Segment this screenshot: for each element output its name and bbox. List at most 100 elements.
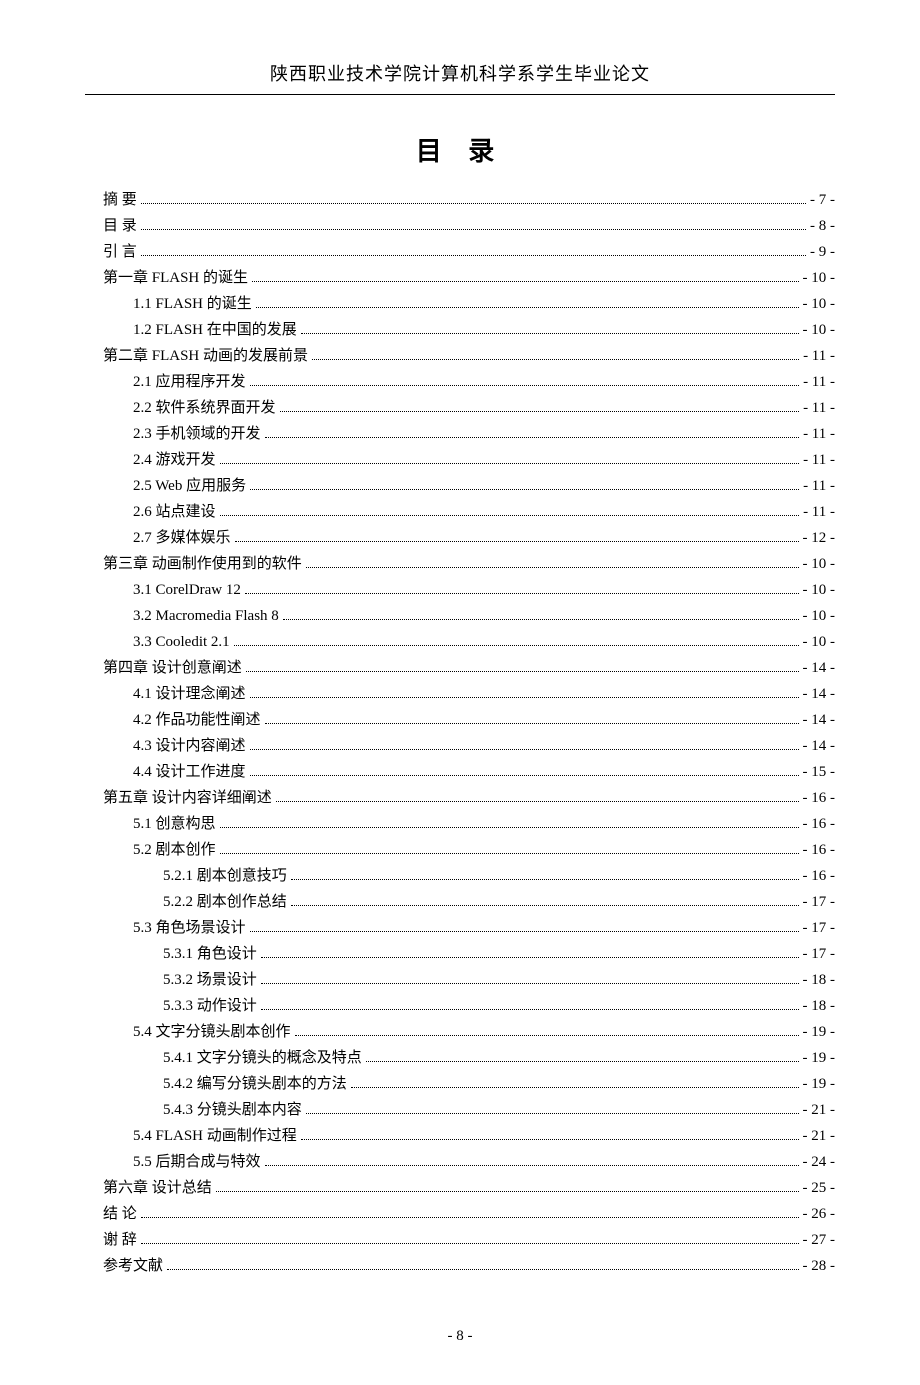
toc-entry[interactable]: 第一章 FLASH 的诞生- 10 -: [85, 266, 835, 290]
toc-entry[interactable]: 4.1 设计理念阐述- 14 -: [85, 682, 835, 706]
toc-entry-page: - 10 -: [803, 552, 836, 576]
toc-leader-dots: [261, 944, 799, 959]
toc-entry-page: - 11 -: [803, 396, 835, 420]
toc-entry[interactable]: 引 言- 9 -: [85, 240, 835, 264]
toc-entry[interactable]: 3.2 Macromedia Flash 8- 10 -: [85, 604, 835, 628]
toc-entry[interactable]: 4.4 设计工作进度- 15 -: [85, 760, 835, 784]
toc-leader-dots: [220, 814, 799, 829]
toc-entry-label: 参考文献: [103, 1254, 163, 1278]
toc-entry[interactable]: 谢 辞- 27 -: [85, 1228, 835, 1252]
toc-entry[interactable]: 第三章 动画制作使用到的软件- 10 -: [85, 552, 835, 576]
toc-entry[interactable]: 5.4.2 编写分镜头剧本的方法- 19 -: [85, 1072, 835, 1096]
toc-leader-dots: [301, 1126, 799, 1141]
toc-entry[interactable]: 5.3.3 动作设计- 18 -: [85, 994, 835, 1018]
toc-entry-page: - 26 -: [803, 1202, 836, 1226]
toc-entry-label: 2.1 应用程序开发: [133, 370, 246, 394]
toc-entry-label: 目 录: [103, 214, 137, 238]
toc-entry-page: - 16 -: [803, 812, 836, 836]
toc-entry[interactable]: 5.3.2 场景设计- 18 -: [85, 968, 835, 992]
toc-leader-dots: [295, 1022, 799, 1037]
toc-entry[interactable]: 5.4 文字分镜头剧本创作- 19 -: [85, 1020, 835, 1044]
toc-entry[interactable]: 2.5 Web 应用服务 - 11 -: [85, 474, 835, 498]
toc-entry-label: 2.5 Web 应用服务: [133, 474, 246, 498]
toc-entry-page: - 18 -: [803, 968, 836, 992]
toc-leader-dots: [220, 450, 800, 465]
toc-entry[interactable]: 摘 要- 7 -: [85, 188, 835, 212]
toc-leader-dots: [351, 1074, 799, 1089]
toc-entry-page: - 14 -: [803, 656, 836, 680]
toc-entry-label: 第六章 设计总结: [103, 1176, 212, 1200]
toc-entry-label: 第四章 设计创意阐述: [103, 656, 242, 680]
toc-entry[interactable]: 2.3 手机领域的开发 - 11 -: [85, 422, 835, 446]
toc-entry[interactable]: 结 论- 26 -: [85, 1202, 835, 1226]
toc-leader-dots: [141, 190, 806, 205]
toc-entry-page: - 10 -: [803, 578, 836, 602]
toc-entry[interactable]: 参考文献- 28 -: [85, 1254, 835, 1278]
toc-entry-page: - 18 -: [803, 994, 836, 1018]
toc-leader-dots: [246, 658, 799, 673]
toc-entry[interactable]: 5.5 后期合成与特效- 24 -: [85, 1150, 835, 1174]
toc-entry-label: 1.2 FLASH 在中国的发展: [133, 318, 297, 342]
toc-entry-page: - 27 -: [803, 1228, 836, 1252]
toc-entry-page: - 11 -: [803, 474, 835, 498]
toc-entry-page: - 14 -: [803, 708, 836, 732]
toc-entry-label: 5.1 创意构思: [133, 812, 216, 836]
toc-entry-page: - 11 -: [803, 344, 835, 368]
toc-entry[interactable]: 5.4 FLASH 动画制作过程- 21 -: [85, 1124, 835, 1148]
toc-entry-label: 摘 要: [103, 188, 137, 212]
toc-entry[interactable]: 2.4 游戏开发- 11 -: [85, 448, 835, 472]
toc-entry-label: 5.4 FLASH 动画制作过程: [133, 1124, 297, 1148]
toc-entry[interactable]: 3.1 CorelDraw 12- 10 -: [85, 578, 835, 602]
toc-entry[interactable]: 2.6 站点建设- 11 -: [85, 500, 835, 524]
toc-entry[interactable]: 5.4.1 文字分镜头的概念及特点- 19 -: [85, 1046, 835, 1070]
toc-leader-dots: [252, 268, 798, 283]
toc-entry[interactable]: 4.2 作品功能性阐述- 14 -: [85, 708, 835, 732]
toc-entry-page: - 11 -: [803, 422, 835, 446]
toc-entry-page: - 11 -: [803, 500, 835, 524]
toc-entry-page: - 19 -: [803, 1046, 836, 1070]
page: 陕西职业技术学院计算机科学系学生毕业论文 目 录 摘 要- 7 -目 录- 8 …: [0, 0, 920, 1385]
toc-entry-label: 1.1 FLASH 的诞生: [133, 292, 252, 316]
toc-entry-page: - 17 -: [803, 942, 836, 966]
toc-entry-page: - 21 -: [803, 1098, 836, 1122]
toc-leader-dots: [220, 502, 800, 517]
toc-entry-label: 2.4 游戏开发: [133, 448, 216, 472]
toc-entry[interactable]: 5.3 角色场景设计- 17 -: [85, 916, 835, 940]
toc-entry-label: 引 言: [103, 240, 137, 264]
toc-leader-dots: [220, 840, 799, 855]
toc-entry-page: - 25 -: [803, 1176, 836, 1200]
toc-entry[interactable]: 目 录- 8 -: [85, 214, 835, 238]
toc-entry-page: - 10 -: [803, 292, 836, 316]
toc-entry[interactable]: 1.2 FLASH 在中国的发展- 10 -: [85, 318, 835, 342]
toc-entry[interactable]: 3.3 Cooledit 2.1- 10 -: [85, 630, 835, 654]
toc-entry[interactable]: 5.2.1 剧本创意技巧- 16 -: [85, 864, 835, 888]
toc-entry[interactable]: 第六章 设计总结 - 25 -: [85, 1176, 835, 1200]
toc-entry[interactable]: 2.2 软件系统界面开发- 11 -: [85, 396, 835, 420]
toc-entry[interactable]: 1.1 FLASH 的诞生 - 10 -: [85, 292, 835, 316]
toc-leader-dots: [306, 554, 799, 569]
toc-entry[interactable]: 5.3.1 角色设计- 17 -: [85, 942, 835, 966]
toc-entry-label: 2.3 手机领域的开发: [133, 422, 261, 446]
toc-entry[interactable]: 5.2 剧本创作- 16 -: [85, 838, 835, 862]
toc-entry-label: 5.2 剧本创作: [133, 838, 216, 862]
toc-leader-dots: [306, 1100, 799, 1115]
toc-entry-page: - 16 -: [803, 786, 836, 810]
toc-leader-dots: [276, 788, 799, 803]
toc-leader-dots: [301, 320, 799, 335]
toc-entry[interactable]: 第二章 FLASH 动画的发展前景- 11 -: [85, 344, 835, 368]
toc-entry[interactable]: 2.7 多媒体娱乐- 12 -: [85, 526, 835, 550]
toc-entry[interactable]: 5.2.2 剧本创作总结- 17 -: [85, 890, 835, 914]
toc-leader-dots: [141, 242, 806, 257]
toc-title: 目 录: [85, 131, 835, 168]
toc-leader-dots: [234, 632, 799, 647]
toc-entry-label: 4.4 设计工作进度: [133, 760, 246, 784]
toc-entry[interactable]: 2.1 应用程序开发- 11 -: [85, 370, 835, 394]
toc-entry[interactable]: 第四章 设计创意阐述 - 14 -: [85, 656, 835, 680]
toc-entry[interactable]: 5.1 创意构思 - 16 -: [85, 812, 835, 836]
toc-leader-dots: [265, 710, 799, 725]
toc-entry-page: - 10 -: [803, 630, 836, 654]
toc-entry[interactable]: 5.4.3 分镜头剧本内容- 21 -: [85, 1098, 835, 1122]
toc-entry[interactable]: 第五章 设计内容详细阐述- 16 -: [85, 786, 835, 810]
toc-entry[interactable]: 4.3 设计内容阐述- 14 -: [85, 734, 835, 758]
toc-leader-dots: [216, 1178, 799, 1193]
